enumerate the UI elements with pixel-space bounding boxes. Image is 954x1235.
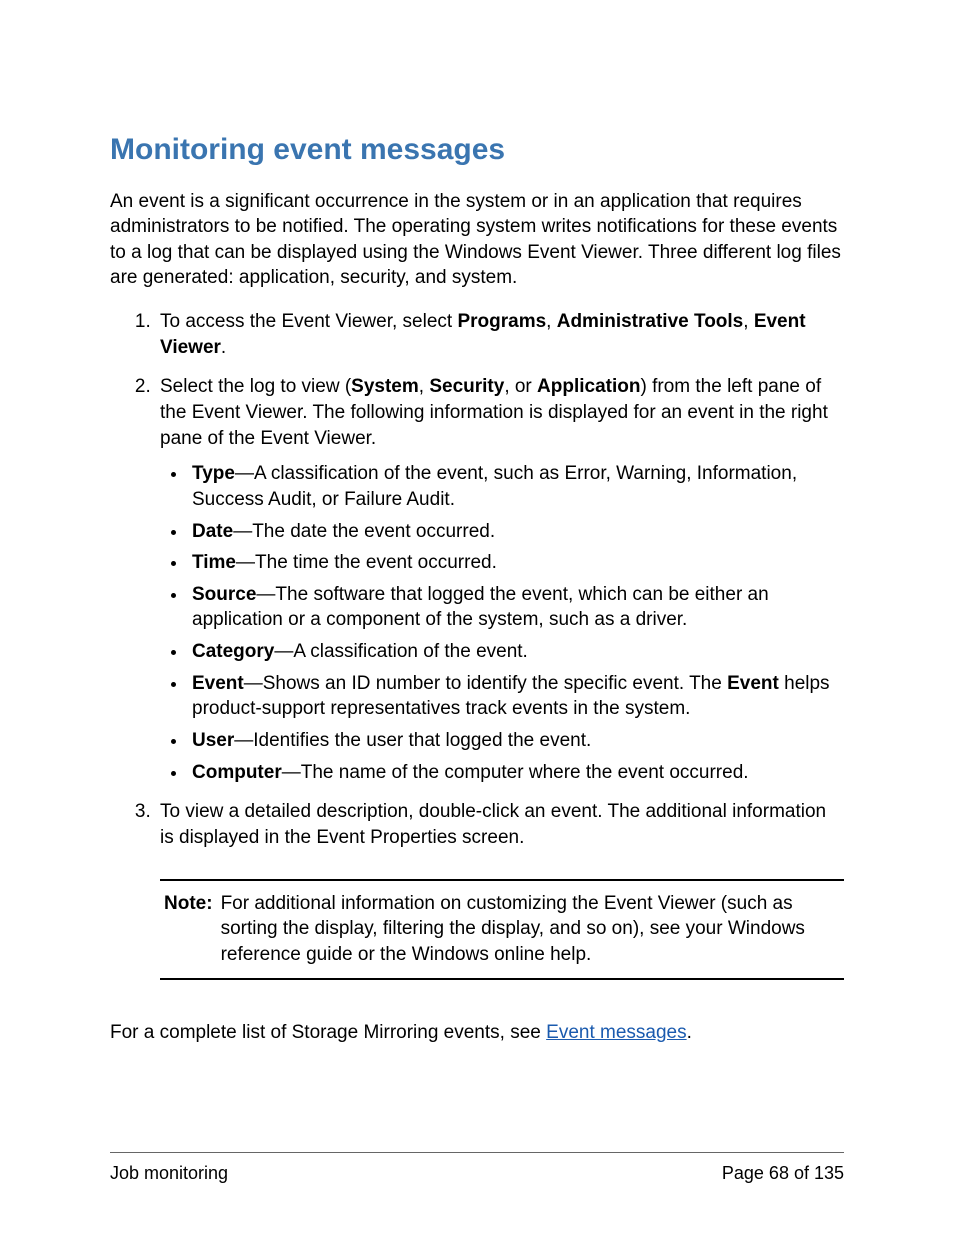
step-3-text: To view a detailed description, double-c… — [160, 801, 826, 848]
closing-paragraph: For a complete list of Storage Mirroring… — [110, 1020, 844, 1046]
step-2-sep1: , — [419, 376, 430, 397]
step-2-text-a: Select the log to view ( — [160, 376, 351, 397]
def-event-inner-bold: Event — [727, 673, 779, 694]
def-time: Time—The time the event occurred. — [188, 550, 844, 576]
def-type-desc: —A classification of the event, such as … — [192, 463, 797, 510]
intro-paragraph: An event is a significant occurrence in … — [110, 189, 844, 292]
note-block: Note: For additional information on cust… — [160, 879, 844, 980]
step-1-bold-admin-tools: Administrative Tools — [557, 311, 744, 332]
step-2-bold-security: Security — [429, 376, 504, 397]
def-date: Date—The date the event occurred. — [188, 519, 844, 545]
def-event-desc-a: —Shows an ID number to identify the spec… — [244, 673, 727, 694]
def-computer-term: Computer — [192, 762, 282, 783]
def-event: Event—Shows an ID number to identify the… — [188, 671, 844, 722]
footer-right: Page 68 of 135 — [722, 1161, 844, 1185]
def-date-desc: —The date the event occurred. — [233, 521, 495, 542]
step-1-sep1: , — [546, 311, 557, 332]
note-text: For additional information on customizin… — [221, 891, 840, 968]
step-1-bold-programs: Programs — [457, 311, 546, 332]
step-1: To access the Event Viewer, select Progr… — [156, 309, 844, 360]
step-3: To view a detailed description, double-c… — [156, 799, 844, 979]
def-source-desc: —The software that logged the event, whi… — [192, 584, 769, 631]
step-1-text-a: To access the Event Viewer, select — [160, 311, 457, 332]
page-title: Monitoring event messages — [110, 130, 844, 171]
steps-list: To access the Event Viewer, select Progr… — [130, 309, 844, 979]
def-source: Source—The software that logged the even… — [188, 582, 844, 633]
def-computer: Computer—The name of the computer where … — [188, 760, 844, 786]
step-2-bold-application: Application — [537, 376, 640, 397]
step-2-bold-system: System — [351, 376, 419, 397]
def-category-desc: —A classification of the event. — [274, 641, 527, 662]
document-page: Monitoring event messages An event is a … — [0, 0, 954, 1235]
closing-prefix: For a complete list of Storage Mirroring… — [110, 1022, 546, 1043]
def-time-desc: —The time the event occurred. — [236, 552, 497, 573]
def-user: User—Identifies the user that logged the… — [188, 728, 844, 754]
def-date-term: Date — [192, 521, 233, 542]
definition-list: Type—A classification of the event, such… — [188, 461, 844, 785]
step-2: Select the log to view (System, Security… — [156, 374, 844, 785]
def-category-term: Category — [192, 641, 274, 662]
def-time-term: Time — [192, 552, 236, 573]
def-computer-desc: —The name of the computer where the even… — [282, 762, 749, 783]
footer-left: Job monitoring — [110, 1161, 228, 1185]
step-1-suffix: . — [221, 337, 226, 358]
page-footer: Job monitoring Page 68 of 135 — [110, 1152, 844, 1185]
def-category: Category—A classification of the event. — [188, 639, 844, 665]
step-1-sep2: , — [743, 311, 754, 332]
def-user-desc: —Identifies the user that logged the eve… — [234, 730, 591, 751]
note-label: Note: — [164, 891, 221, 968]
closing-suffix: . — [687, 1022, 692, 1043]
def-event-term: Event — [192, 673, 244, 694]
def-type: Type—A classification of the event, such… — [188, 461, 844, 512]
def-user-term: User — [192, 730, 234, 751]
def-type-term: Type — [192, 463, 235, 484]
step-2-sep2: , or — [504, 376, 537, 397]
def-source-term: Source — [192, 584, 256, 605]
event-messages-link[interactable]: Event messages — [546, 1022, 686, 1043]
